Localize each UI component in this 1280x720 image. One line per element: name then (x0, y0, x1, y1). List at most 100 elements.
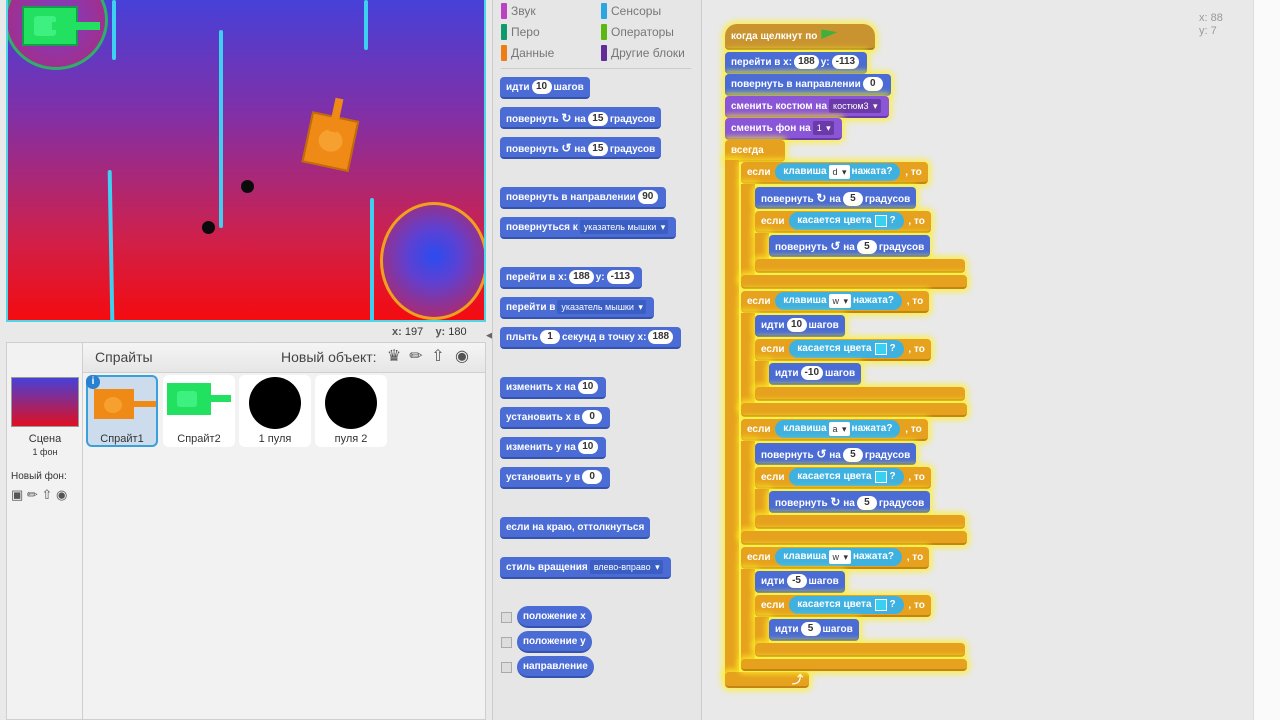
block-rotation-style[interactable]: стиль вращения влево-вправо (500, 557, 671, 579)
brush-icon[interactable]: ✏ (27, 487, 38, 502)
block-turn-right[interactable]: повернуть на15градусов (500, 107, 662, 129)
move-block[interactable]: идти -10 шагов (769, 363, 862, 385)
color-swatch[interactable] (874, 214, 887, 227)
category-more-blocks[interactable]: Другие блоки (601, 45, 685, 61)
sprite-name: 1 пуля (258, 433, 292, 445)
if-key-w-block[interactable]: если клавишаwнажата? , то (741, 291, 930, 313)
block-set-y[interactable]: установить у в0 (500, 467, 611, 489)
point-direction-block[interactable]: повернуть в направлении 0 (725, 74, 891, 96)
forever-end: ⤴ (725, 672, 809, 688)
color-swatch[interactable] (874, 470, 887, 483)
upload-sprite-icon[interactable]: ⇧ (429, 348, 447, 366)
green-flag-icon (821, 29, 838, 40)
if-key-w-block[interactable]: если клавишаwнажата? , то (741, 547, 930, 569)
upload-icon[interactable]: ⇧ (41, 487, 52, 502)
reporter-x-checkbox[interactable] (501, 612, 512, 623)
color-swatch[interactable] (874, 598, 887, 611)
orange-tank-sprite[interactable] (297, 93, 369, 175)
if-arm (741, 441, 755, 537)
switch-backdrop-block[interactable]: сменить фон на 1 (725, 118, 842, 140)
new-backdrop-label: Новый фон: (11, 471, 67, 482)
block-change-y[interactable]: изменить у на 10 (500, 437, 606, 459)
block-set-x[interactable]: установить х в0 (500, 407, 611, 429)
paint-brush-icon[interactable]: ✏ (407, 348, 425, 366)
switch-costume-block[interactable]: сменить костюм на костюм3 (725, 96, 889, 118)
category-pen[interactable]: Перо (501, 24, 540, 40)
block-point-towards[interactable]: повернуться к указатель мышки (500, 217, 677, 239)
stage[interactable] (6, 0, 486, 322)
block-point-direction[interactable]: повернуть в направлении 90 (500, 187, 666, 209)
turn-left-block[interactable]: повернуть на5градусов (769, 235, 931, 257)
block-turn-left[interactable]: повернуть на15градусов (500, 137, 662, 159)
turn-left-icon (816, 450, 826, 461)
goto-xy-block[interactable]: перейти в x: 188 y: -113 (725, 52, 868, 74)
turn-left-block[interactable]: повернуть на5градусов (755, 443, 917, 465)
if-touch-color-block[interactable]: если касается цвета? , то (755, 595, 931, 617)
new-sprite-label: Новый объект: (281, 349, 377, 365)
block-change-x[interactable]: изменить х на 10 (500, 377, 606, 399)
right-scroll-strip[interactable] (1253, 0, 1280, 720)
block-bounce[interactable]: если на краю, оттолкнуться (500, 517, 651, 539)
category-sound[interactable]: Звук (501, 3, 536, 19)
sprite-library-icon[interactable]: ♛ (385, 348, 403, 366)
bullet-thumbnail (249, 377, 301, 429)
if-arm (741, 313, 755, 409)
reporter-direction-checkbox[interactable] (501, 662, 512, 673)
wall (219, 30, 223, 228)
move-block[interactable]: идти -5 шагов (755, 571, 845, 593)
turn-right-icon (561, 114, 571, 125)
if-end (755, 259, 965, 273)
if-end (755, 643, 965, 657)
green-tank-sprite[interactable] (22, 2, 102, 46)
if-arm (755, 361, 769, 389)
bullet (202, 221, 215, 234)
block-goto-xy[interactable]: перейти в x: 188 y: -113 (500, 267, 643, 289)
paint-backdrop-icon[interactable]: ▣ (11, 487, 23, 502)
when-flag-clicked-block[interactable]: когда щелкнут по (725, 24, 875, 50)
if-arm (755, 233, 769, 261)
if-touch-color-block[interactable]: если касается цвета? , то (755, 467, 931, 489)
color-swatch[interactable] (874, 342, 887, 355)
if-key-d-block[interactable]: если клавишаdнажата? , то (741, 162, 928, 184)
if-arm (741, 569, 755, 665)
turn-right-block[interactable]: повернуть на5градусов (769, 491, 931, 513)
block-palette: Звук Сенсоры Перо Операторы Данные Други… (492, 0, 702, 720)
sprite-name: Спрайт2 (177, 433, 221, 445)
turn-right-icon (830, 498, 840, 509)
block-glide[interactable]: плыть 1 секунд в точку x: 188 (500, 327, 682, 349)
stage-thumbnail[interactable] (11, 377, 79, 427)
reporter-y-checkbox[interactable] (501, 637, 512, 648)
sprite-card-4[interactable]: пуля 2 (315, 375, 387, 447)
sprite-name: пуля 2 (334, 433, 368, 445)
camera-icon[interactable]: ◉ (453, 348, 471, 366)
script-area[interactable]: x: 88 y: 7 когда щелкнут по перейти в x:… (703, 0, 1253, 720)
forever-block[interactable]: всегда (725, 140, 785, 162)
move-block[interactable]: идти 10 шагов (755, 315, 845, 337)
x-value: 197 (404, 326, 424, 338)
if-end (755, 387, 965, 401)
reporter-x[interactable]: положение x (517, 606, 592, 628)
if-touch-color-block[interactable]: если касается цвета? , то (755, 211, 931, 233)
turn-left-icon (561, 144, 571, 155)
mouse-coordinates: x: 197 y: 180 (392, 326, 467, 338)
reporter-y[interactable]: положение y (517, 631, 592, 653)
reporter-direction[interactable]: направление (517, 656, 594, 678)
block-goto[interactable]: перейти в указатель мышки (500, 297, 654, 319)
sprite-card-3[interactable]: 1 пуля (239, 375, 311, 447)
category-operators[interactable]: Операторы (601, 24, 674, 40)
turn-right-icon (816, 194, 826, 205)
if-arm (755, 489, 769, 517)
block-move[interactable]: идти 10 шагов (500, 77, 590, 99)
sprite-card-2[interactable]: Спрайт2 (163, 375, 235, 447)
sprite-card-1[interactable]: i Спрайт1 (86, 375, 158, 447)
turn-right-block[interactable]: повернуть на5градусов (755, 187, 917, 209)
if-key-a-block[interactable]: если клавишаaнажата? , то (741, 419, 928, 441)
move-block[interactable]: идти 5 шагов (769, 619, 859, 641)
category-data[interactable]: Данные (501, 45, 554, 61)
category-sensing[interactable]: Сенсоры (601, 3, 661, 19)
green-tank-thumbnail (167, 383, 233, 419)
sprite-pane: Сцена 1 фон Новый фон: ▣ ✏ ⇧ ◉ Спрайты Н… (6, 342, 486, 720)
camera-icon[interactable]: ◉ (56, 487, 67, 502)
stage-column: Сцена 1 фон Новый фон: ▣ ✏ ⇧ ◉ (7, 343, 83, 719)
if-touch-color-block[interactable]: если касается цвета? , то (755, 339, 931, 361)
